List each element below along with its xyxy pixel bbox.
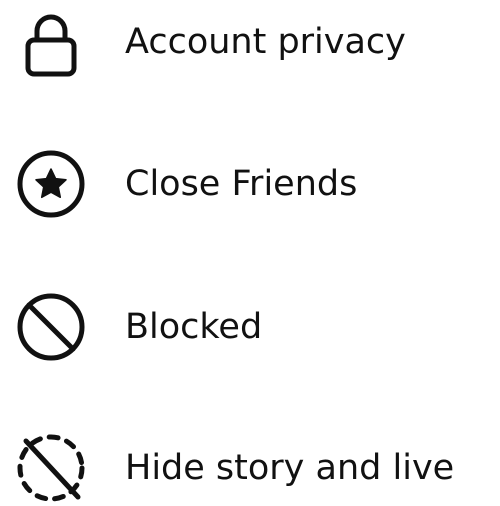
menu-item-blocked[interactable]: Blocked bbox=[0, 277, 500, 377]
menu-item-close-friends[interactable]: Close Friends bbox=[0, 134, 500, 234]
blocked-icon bbox=[14, 290, 88, 364]
hide-story-icon bbox=[14, 431, 88, 505]
menu-item-account-privacy[interactable]: Account privacy bbox=[0, 0, 500, 92]
menu-item-label: Blocked bbox=[125, 306, 263, 347]
menu-item-label: Account privacy bbox=[125, 21, 406, 62]
lock-icon bbox=[14, 5, 88, 79]
menu-item-label: Hide story and live bbox=[125, 447, 455, 488]
menu-item-label: Close Friends bbox=[125, 163, 358, 204]
menu-item-hide-story-and-live[interactable]: Hide story and live bbox=[0, 418, 500, 506]
star-circle-icon bbox=[14, 147, 88, 221]
settings-menu: Account privacy Close Friends Blocked Hi… bbox=[0, 0, 500, 506]
